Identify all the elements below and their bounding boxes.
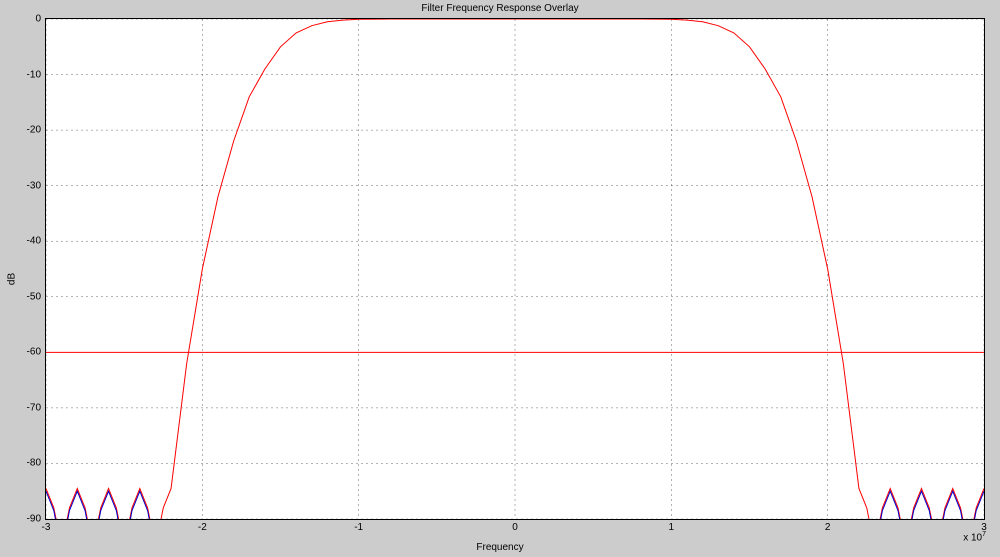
y-tick-label: -30 [17,180,41,191]
y-tick-label: -70 [17,402,41,413]
y-tick-label: -20 [17,125,41,136]
y-tick-label: 0 [17,14,41,25]
x-axis-multiplier: x 10^7 x 107 [963,531,986,543]
y-tick-label: -60 [17,347,41,358]
y-tick-label: -10 [17,69,41,80]
y-tick-label: -80 [17,458,41,469]
x-tick-label: -1 [354,522,363,533]
y-tick-label: -90 [17,514,41,525]
x-tick-label: 1 [669,522,675,533]
plot-svg [46,19,984,519]
x-tick-label: 0 [512,522,518,533]
y-tick-label: -50 [17,291,41,302]
x-axis-label: Frequency [0,542,1000,553]
x-tick-label: 2 [825,522,831,533]
y-tick-label: -40 [17,236,41,247]
x-tick-label: -2 [198,522,207,533]
chart-title: Filter Frequency Response Overlay [0,3,1000,14]
x-tick-label: -3 [42,522,51,533]
figure-container: Filter Frequency Response Overlay dB -3-… [0,0,1000,557]
plot-area [45,18,985,520]
y-axis-label: dB [7,272,18,284]
